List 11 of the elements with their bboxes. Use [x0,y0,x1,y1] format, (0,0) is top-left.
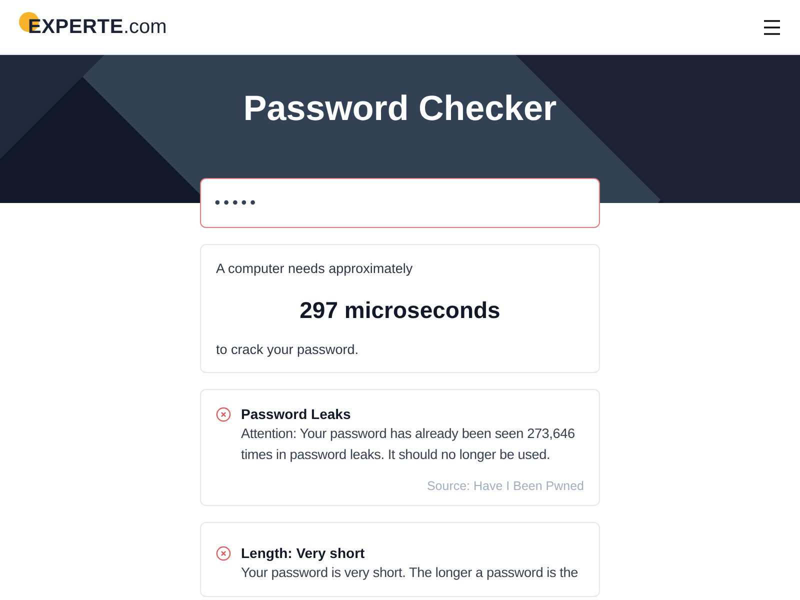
result-intro: A computer needs approximately [216,260,414,278]
check-text: Your password is very short. The longer a password is the [241,564,579,582]
result-outro: to crack your password. [216,341,360,359]
password-field[interactable]: ••••• [200,178,600,228]
menu-icon[interactable] [764,20,780,34]
page-title: Password Checker [243,88,557,130]
crack-time: 297 microseconds [298,297,502,324]
source-note: Source: Have I Been Pwned [426,479,584,493]
check-title: Length: Very short [241,544,366,563]
check-title: Password Leaks [241,405,352,424]
check-text: Attention: Your password has already been seen 273,646 times in password leaks. It should no longer be used. [241,425,576,464]
